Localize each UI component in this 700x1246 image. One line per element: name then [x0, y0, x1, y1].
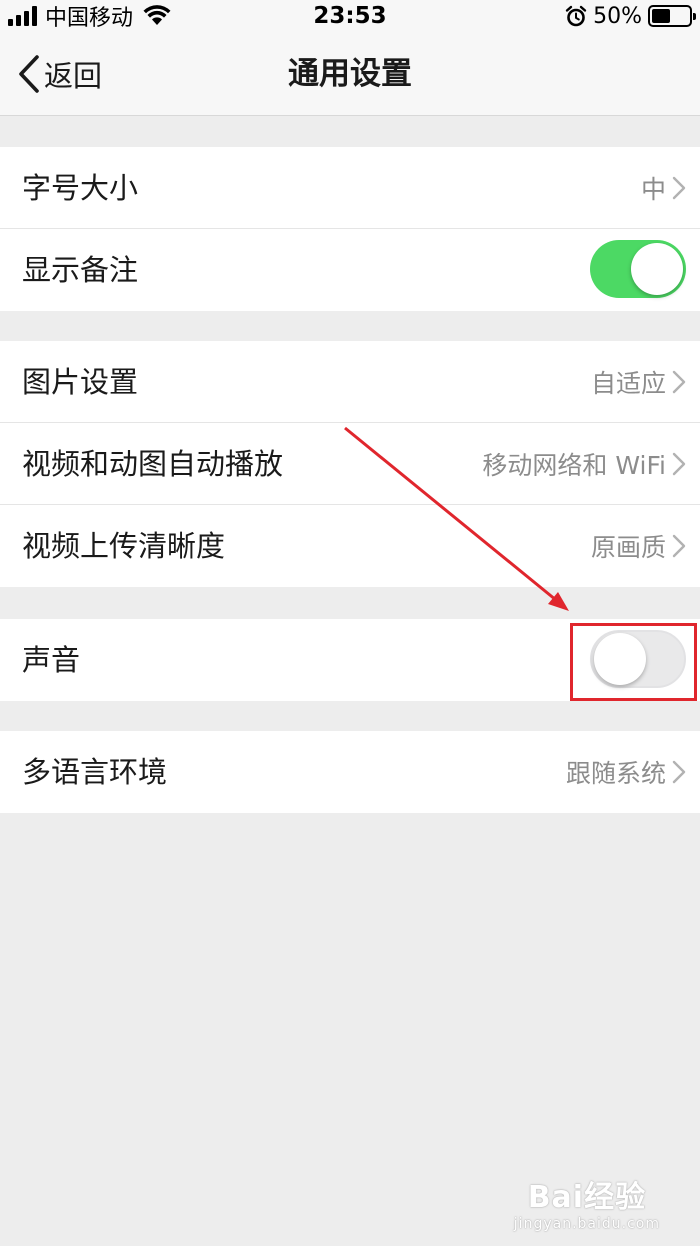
baidu-jingyan-watermark: Bai经验 jingyan.baidu.com [514, 1172, 660, 1232]
annotation-highlight-box [570, 623, 697, 701]
watermark-url: jingyan.baidu.com [513, 1216, 660, 1232]
watermark-brand: Bai经验 [527, 1180, 647, 1215]
